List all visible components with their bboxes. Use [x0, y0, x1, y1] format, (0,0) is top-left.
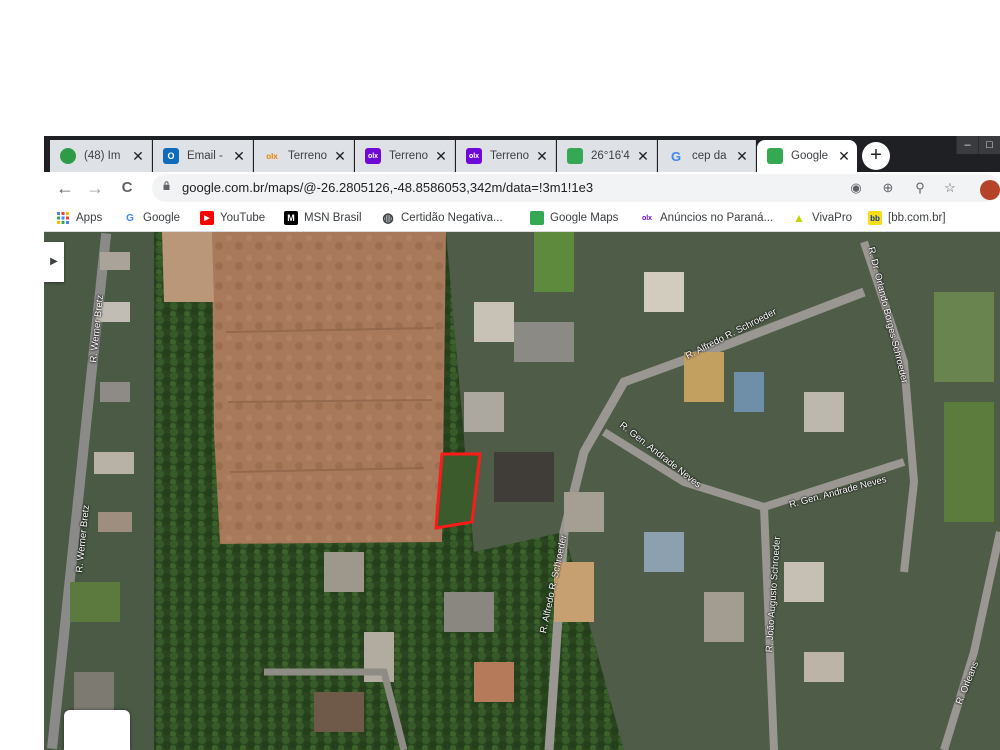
- outlook-icon: O: [163, 148, 179, 164]
- screenshot: (48) Im ✕ O Email - ✕ olx Terreno ✕ olx …: [0, 0, 1000, 750]
- close-icon[interactable]: ✕: [735, 148, 749, 165]
- reload-button[interactable]: C: [114, 175, 140, 201]
- bookmark-label: Google Maps: [550, 212, 619, 224]
- tab-terreno-2[interactable]: olx Terreno ✕: [355, 140, 455, 172]
- olx-icon: olx: [466, 148, 482, 164]
- close-icon[interactable]: ✕: [232, 148, 246, 165]
- satellite-map[interactable]: R. Werner Bretz R. Werner Bretz R. Alfre…: [44, 232, 1000, 750]
- lock-icon: [163, 181, 170, 190]
- close-icon[interactable]: ✕: [131, 148, 145, 165]
- close-icon[interactable]: ✕: [333, 148, 347, 165]
- tab-strip: (48) Im ✕ O Email - ✕ olx Terreno ✕ olx …: [44, 136, 1000, 172]
- google-icon: G: [670, 148, 682, 164]
- tab-title: (48) Im: [84, 150, 121, 162]
- bookmark-google[interactable]: G Google: [123, 209, 180, 227]
- google-icon: G: [126, 212, 134, 224]
- tab-whatsapp[interactable]: (48) Im ✕: [50, 140, 152, 172]
- tab-title: Terreno: [389, 150, 428, 162]
- back-button[interactable]: ←: [52, 175, 78, 201]
- bookmarks-bar: Apps G Google ▶ YouTube M MSN Brasil ◍ C…: [44, 204, 1000, 232]
- bookmark-label: Anúncios no Paraná...: [660, 212, 774, 224]
- bookmark-vivapro[interactable]: ▲ VivaPro: [792, 209, 852, 227]
- bookmark-youtube[interactable]: ▶ YouTube: [200, 209, 265, 227]
- vivapro-icon: ▲: [793, 211, 805, 225]
- bookmark-label: YouTube: [220, 212, 266, 224]
- globe-icon: ◍: [382, 210, 394, 225]
- tab-title: 26°16'4: [591, 150, 630, 162]
- tab-google-maps-active[interactable]: Google ✕: [757, 140, 857, 172]
- tab-title: Google: [791, 150, 829, 162]
- tab-cep[interactable]: G cep da ✕: [658, 140, 756, 172]
- location-icon[interactable]: ◉: [846, 178, 866, 198]
- google-maps-icon: [567, 148, 583, 164]
- apps-grid-icon: [56, 211, 70, 225]
- bookmark-certidao[interactable]: ◍ Certidão Negativa...: [381, 209, 503, 227]
- tab-terreno-1[interactable]: olx Terreno ✕: [254, 140, 354, 172]
- tab-email[interactable]: O Email - ✕: [153, 140, 253, 172]
- new-tab-button[interactable]: +: [862, 142, 890, 170]
- install-icon[interactable]: ⊕: [878, 178, 898, 198]
- tab-title: Terreno: [288, 150, 327, 162]
- bookmark-label: Apps: [76, 212, 103, 224]
- bookmark-bb[interactable]: bb [bb.com.br]: [868, 209, 946, 227]
- url-text[interactable]: google.com.br/maps/@-26.2805126,-48.8586…: [182, 180, 593, 195]
- layer-switcher-thumbnail[interactable]: [64, 710, 130, 750]
- zoom-icon[interactable]: ⚲: [910, 178, 930, 198]
- bookmark-label: Certidão Negativa...: [401, 212, 503, 224]
- collapse-side-panel-button[interactable]: ▶: [44, 242, 64, 282]
- bookmark-olx-parana[interactable]: olx Anúncios no Paraná...: [640, 209, 773, 227]
- bookmark-label: Google: [143, 212, 181, 224]
- close-icon[interactable]: ✕: [837, 148, 851, 165]
- tab-title: Email -: [187, 150, 223, 162]
- browser-window: (48) Im ✕ O Email - ✕ olx Terreno ✕ olx …: [44, 136, 1000, 750]
- msn-icon: M: [284, 211, 298, 225]
- tab-terreno-3[interactable]: olx Terreno ✕: [456, 140, 556, 172]
- browser-toolbar: ← → C google.com.br/maps/@-26.2805126,-4…: [44, 172, 1000, 204]
- bookmark-label: VivaPro: [812, 212, 853, 224]
- google-maps-icon: [530, 211, 544, 225]
- tab-title: cep da: [692, 150, 727, 162]
- forward-button[interactable]: →: [82, 175, 108, 201]
- maximize-button[interactable]: □: [978, 136, 1000, 154]
- bookmark-star-icon[interactable]: ☆: [940, 178, 960, 198]
- olx-icon: olx: [266, 151, 278, 161]
- window-controls: – □: [956, 136, 1000, 156]
- close-icon[interactable]: ✕: [434, 148, 448, 165]
- tab-title: Terreno: [490, 150, 529, 162]
- google-maps-icon: [767, 148, 783, 164]
- whatsapp-icon: [60, 148, 76, 164]
- minimize-button[interactable]: –: [956, 136, 978, 154]
- close-icon[interactable]: ✕: [636, 148, 650, 165]
- bb-icon: bb: [868, 211, 882, 225]
- address-bar[interactable]: google.com.br/maps/@-26.2805126,-48.8586…: [152, 174, 1000, 202]
- bookmark-label: MSN Brasil: [304, 212, 362, 224]
- close-icon[interactable]: ✕: [535, 148, 549, 165]
- tab-coordinates[interactable]: 26°16'4 ✕: [557, 140, 657, 172]
- bookmark-msn[interactable]: M MSN Brasil: [284, 209, 362, 227]
- bookmark-apps[interactable]: Apps: [56, 209, 102, 227]
- olx-icon: olx: [641, 214, 653, 222]
- profile-avatar[interactable]: [980, 180, 1000, 200]
- bookmark-google-maps[interactable]: Google Maps: [530, 209, 618, 227]
- youtube-icon: ▶: [200, 211, 214, 225]
- lot-marker[interactable]: [434, 452, 482, 530]
- olx-icon: olx: [365, 148, 381, 164]
- bookmark-label: [bb.com.br]: [888, 212, 946, 224]
